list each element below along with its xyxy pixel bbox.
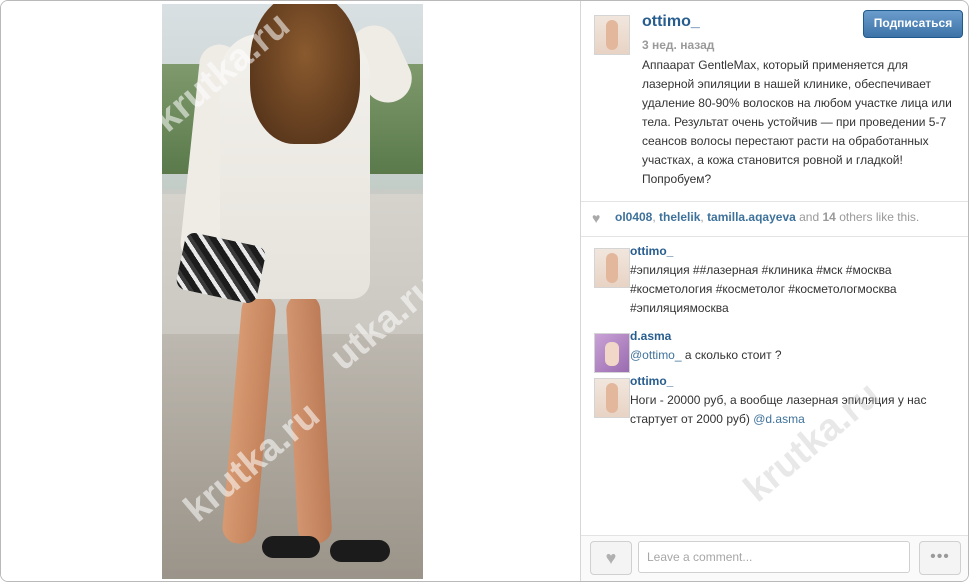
comment-text: #эпиляция ##лазерная #клиника #мск #моск… bbox=[630, 263, 897, 315]
comment-username[interactable]: ottimo_ bbox=[630, 244, 673, 258]
comment-text: Ноги - 20000 руб, а вообще лазерная эпил… bbox=[630, 393, 927, 426]
post-sidebar: ottimo_ Подписаться 3 нед. назад Аппаара… bbox=[580, 1, 968, 581]
like-button[interactable]: ♥ bbox=[590, 541, 632, 575]
likes-count: 14 bbox=[822, 210, 836, 224]
more-button[interactable]: ••• bbox=[919, 541, 961, 575]
comment-item: ottimo_ #эпиляция ##лазерная #клиника #м… bbox=[581, 244, 968, 324]
photo-pane: krutka.ru utka.ru krutka.ru bbox=[1, 1, 579, 581]
post-username[interactable]: ottimo_ bbox=[642, 13, 700, 31]
comment-item: ottimo_ Ноги - 20000 руб, а вообще лазер… bbox=[581, 374, 968, 434]
comment-username[interactable]: ottimo_ bbox=[630, 374, 673, 388]
like-user-link[interactable]: thelelik bbox=[659, 210, 700, 224]
comment-input[interactable] bbox=[638, 541, 910, 573]
follow-button[interactable]: Подписаться bbox=[863, 10, 963, 38]
post-header: ottimo_ Подписаться 3 нед. назад Аппаара… bbox=[581, 1, 968, 202]
comment-username[interactable]: d.asma bbox=[630, 329, 671, 343]
likes-bar: ♥ ol0408, thelelik, tamilla.aqayeva and … bbox=[581, 202, 968, 237]
like-user-link[interactable]: tamilla.aqayeva bbox=[707, 210, 796, 224]
post-timestamp: 3 нед. назад bbox=[642, 38, 715, 52]
comment-text: @ottimo_ а сколько стоит ? bbox=[630, 348, 782, 362]
comment-item: d.asma @ottimo_ а сколько стоит ? bbox=[581, 329, 968, 373]
heart-icon: ♥ bbox=[605, 548, 617, 568]
post-caption: Аппаарат GentleMax, который применяется … bbox=[642, 58, 952, 186]
avatar[interactable] bbox=[594, 333, 630, 373]
heart-icon: ♥ bbox=[592, 210, 601, 226]
avatar[interactable] bbox=[594, 15, 630, 55]
avatar[interactable] bbox=[594, 378, 630, 418]
mention-link[interactable]: @d.asma bbox=[753, 412, 805, 426]
avatar[interactable] bbox=[594, 248, 630, 288]
post-modal: krutka.ru utka.ru krutka.ru ottimo_ Подп… bbox=[0, 0, 969, 582]
more-dots-icon: ••• bbox=[930, 548, 950, 565]
like-user-link[interactable]: ol0408 bbox=[615, 210, 652, 224]
mention-link[interactable]: @ottimo_ bbox=[630, 348, 682, 362]
comment-bar: ♥ ••• bbox=[581, 535, 968, 581]
likes-text: ol0408, thelelik, tamilla.aqayeva and 14… bbox=[615, 210, 920, 224]
